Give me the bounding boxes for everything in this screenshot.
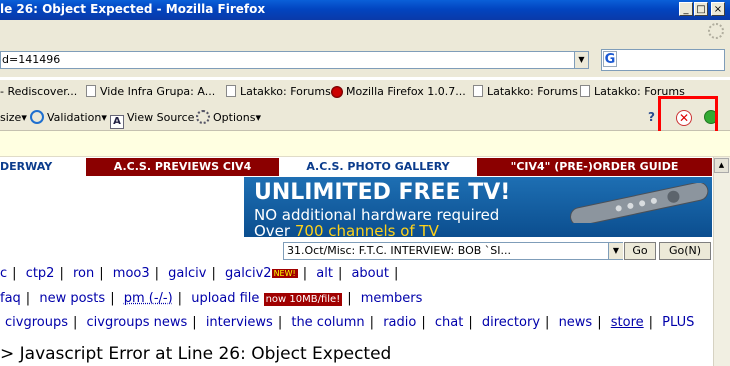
upload-badge: now 10MB/file!	[263, 293, 343, 306]
page-title: > Javascript Error at Line 26: Object Ex…	[0, 344, 392, 364]
go-button[interactable]: Go	[624, 242, 656, 260]
close-window-button[interactable]: ×	[711, 2, 725, 16]
banner-sub2-prefix: Over	[254, 222, 295, 237]
link[interactable]: galciv	[168, 266, 206, 281]
bookmark-item[interactable]: Mozilla Firefox 1.0.7...	[331, 84, 466, 100]
search-engine-icon[interactable]: G	[603, 51, 617, 67]
banner-sub2-highlight: 700 channels of TV	[294, 222, 439, 237]
link[interactable]: news	[559, 315, 593, 330]
link[interactable]: pm (-/-)	[124, 291, 173, 306]
nav-tab[interactable]: A.C.S. PREVIEWS CIV4	[86, 158, 279, 176]
link[interactable]: radio	[383, 315, 416, 330]
link[interactable]: chat	[435, 315, 463, 330]
bookmark-item[interactable]: - Rediscover...	[0, 84, 77, 100]
menu-bar	[0, 20, 730, 46]
link[interactable]: ctp2	[26, 266, 55, 281]
chevron-down-icon[interactable]: ▼	[608, 243, 623, 259]
options-menu[interactable]: Options▾	[196, 110, 261, 126]
banner-subtitle-2: Over 700 channels of TV	[254, 222, 439, 237]
bookmark-label: Vide Infra Grupa: A...	[100, 85, 216, 98]
remote-control-icon	[570, 183, 709, 223]
bookmark-label: Latakko: Forums	[487, 85, 578, 98]
bookmark-label: - Rediscover...	[0, 85, 78, 98]
link[interactable]: faq	[0, 291, 21, 306]
validation-menu[interactable]: Validation▾	[30, 110, 107, 126]
link[interactable]: directory	[482, 315, 540, 330]
vertical-scrollbar[interactable]	[713, 157, 730, 366]
nav-tab[interactable]: A.C.S. PHOTO GALLERY	[279, 158, 477, 176]
link[interactable]: members	[361, 291, 423, 306]
check-icon	[30, 110, 44, 124]
link[interactable]: about	[351, 266, 389, 281]
gear-icon	[196, 110, 210, 124]
link[interactable]: galciv2	[225, 266, 272, 281]
url-dropdown-button[interactable]: ▼	[574, 51, 589, 69]
forum-links-row-3: civgroups | civgroups news | interviews | t…	[5, 315, 695, 330]
page-icon	[473, 85, 483, 97]
source-icon: A	[110, 115, 124, 129]
link[interactable]: the column	[291, 315, 364, 330]
validation-label: Validation▾	[47, 111, 107, 124]
options-label: Options▾	[213, 111, 261, 124]
resize-menu[interactable]: size▾	[0, 110, 27, 126]
firefox-icon	[331, 86, 343, 98]
forum-links-row-2: faq | new posts | pm (-/-) | upload file no…	[0, 291, 423, 306]
link[interactable]: civgroups news	[87, 315, 188, 330]
page-icon	[580, 85, 590, 97]
bookmark-item[interactable]: Latakko: Forums	[473, 84, 578, 100]
info-bar	[0, 131, 730, 157]
link[interactable]: PLUS	[662, 315, 694, 330]
go-n-button[interactable]: Go(N)	[659, 242, 711, 260]
minimize-button[interactable]: _	[679, 2, 693, 16]
new-badge: NEW!	[271, 269, 298, 278]
link[interactable]: new posts	[39, 291, 105, 306]
scroll-up-button[interactable]: ▲	[714, 158, 729, 173]
window-title: le 26: Object Expected - Mozilla Firefox	[0, 2, 266, 16]
url-bar[interactable]: d=141496	[0, 51, 576, 69]
link[interactable]: alt	[316, 266, 333, 281]
link[interactable]: store	[611, 315, 644, 330]
link[interactable]: upload file	[191, 291, 259, 306]
link[interactable]: interviews	[206, 315, 273, 330]
banner-ad[interactable]: UNLIMITED FREE TV! NO additional hardwar…	[244, 177, 712, 237]
news-select[interactable]: 31.Oct/Misc: F.T.C. INTERVIEW: BOB `SI..…	[283, 242, 623, 260]
bookmark-label: Latakko: Forums	[240, 85, 331, 98]
nav-tab[interactable]: DERWAY	[0, 158, 86, 176]
forum-links-row-1: c | ctp2 | ron | moo3 | galciv | galciv2 NEW! |…	[0, 266, 399, 281]
bookmark-item[interactable]: Vide Infra Grupa: A...	[86, 84, 215, 100]
link[interactable]: moo3	[113, 266, 150, 281]
link[interactable]: ron	[73, 266, 94, 281]
throbber-icon	[708, 23, 724, 39]
page-icon	[86, 85, 96, 97]
view-source-label: View Source	[127, 111, 195, 124]
view-source-button[interactable]: A View Source	[110, 110, 195, 129]
bookmark-item[interactable]: Latakko: Forums	[226, 84, 331, 100]
link[interactable]: civgroups	[5, 315, 68, 330]
bookmark-label: Mozilla Firefox 1.0.7...	[346, 85, 466, 98]
banner-title: UNLIMITED FREE TV!	[254, 180, 511, 205]
nav-tab[interactable]: "CIV4" (PRE-)ORDER GUIDE	[477, 158, 712, 176]
maximize-button[interactable]: □	[694, 2, 708, 16]
search-input[interactable]	[601, 49, 725, 71]
page-icon	[226, 85, 236, 97]
link[interactable]: c	[0, 266, 7, 281]
